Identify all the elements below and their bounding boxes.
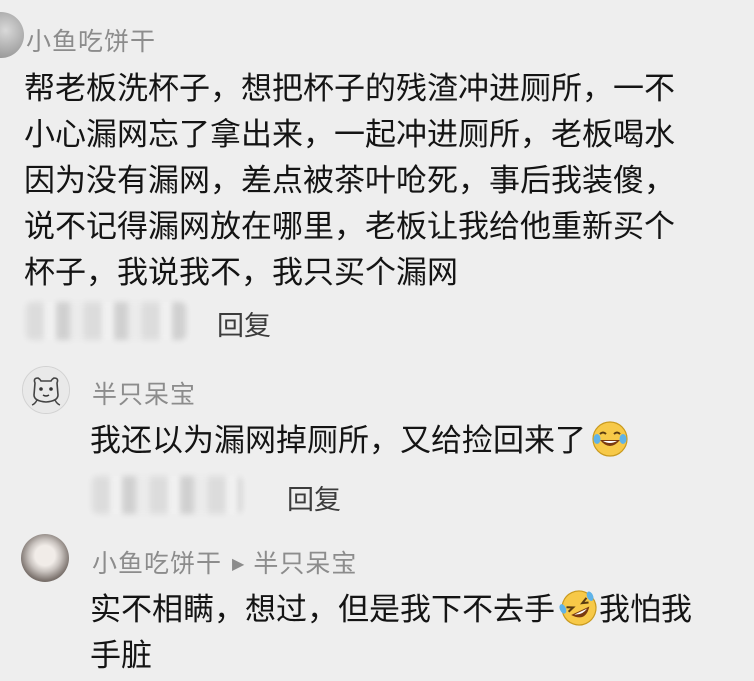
tears-of-joy-icon [592, 421, 628, 457]
blurred-timestamp [92, 476, 242, 514]
reply-to-username[interactable]: 半只呆宝 [253, 549, 357, 578]
comment-line: 说不记得漏网放在哪里，老板让我给他重新买个 [24, 209, 675, 245]
comment-text: 我还以为漏网掉厕所，又给捡回来了 [90, 418, 630, 464]
username[interactable]: 小鱼吃饼干 [92, 549, 222, 578]
username[interactable]: 小鱼吃饼干 [26, 22, 156, 58]
comment-line: 小心漏网忘了拿出来，一起冲进厕所，老板喝水 [24, 117, 675, 153]
comment-line: 帮老板洗杯子，想把杯子的残渣冲进厕所，一不 [24, 71, 675, 107]
comment-line: 实不相瞒，想过，但是我下不去手 我怕我 [90, 587, 692, 633]
blurred-timestamp [26, 302, 186, 340]
reply-button[interactable]: 回复 [287, 478, 341, 517]
comment-text: 实不相瞒，想过，但是我下不去手 我怕我 手脏 [90, 587, 692, 679]
avatar[interactable] [21, 534, 69, 582]
comment-line: 杯子，我说我不，我只买个漏网 [24, 255, 458, 291]
reply-arrow-icon: ▶ [232, 554, 246, 573]
avatar[interactable] [0, 12, 24, 58]
bear-avatar-icon [23, 367, 69, 413]
username[interactable]: 半只呆宝 [92, 375, 196, 411]
comment-line: 我还以为漏网掉厕所，又给捡回来了 [90, 423, 586, 459]
reply-button[interactable]: 回复 [217, 304, 271, 343]
comment-text-part: 我怕我 [599, 592, 692, 628]
username-reply-chain: 小鱼吃饼干 ▶ 半只呆宝 [92, 544, 357, 580]
comment-text: 帮老板洗杯子，想把杯子的残渣冲进厕所，一不 小心漏网忘了拿出来，一起冲进厕所，老… [24, 66, 675, 296]
comment-line: 手脏 [90, 638, 152, 674]
comment-text-part: 实不相瞒，想过，但是我下不去手 [90, 592, 555, 628]
comment-line: 因为没有漏网，差点被茶叶呛死，事后我装傻， [24, 163, 675, 199]
comment-thread: 小鱼吃饼干 帮老板洗杯子，想把杯子的残渣冲进厕所，一不 小心漏网忘了拿出来，一起… [0, 0, 754, 681]
avatar[interactable] [22, 366, 70, 414]
rolling-laughing-icon [559, 590, 597, 626]
